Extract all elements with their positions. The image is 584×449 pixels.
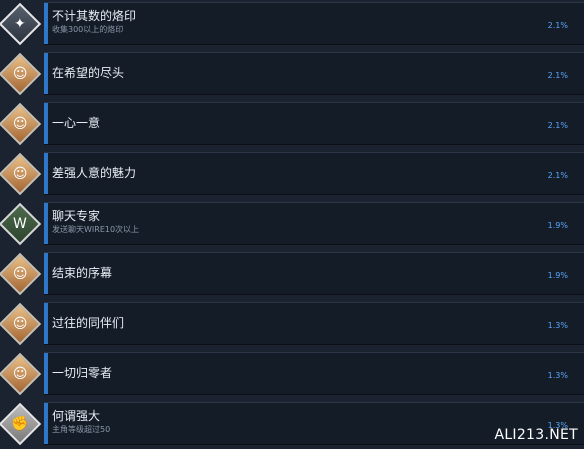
achievement-row[interactable]: ☺ 一切归零者 1.3% — [0, 350, 584, 397]
achievement-title: 一心一意 — [52, 116, 101, 130]
progress-accent-bar — [44, 403, 48, 444]
achievement-percent: 1.9% — [547, 271, 568, 280]
achievement-icon: ☺ — [0, 250, 42, 297]
character-icon: ☺ — [0, 352, 42, 395]
achievement-title: 聊天专家 — [52, 209, 101, 223]
character-icon: ☺ — [0, 252, 42, 295]
achievement-panel: 一切归零者 1.3% — [44, 352, 584, 395]
muscle-arm-icon: ✊ — [0, 402, 42, 445]
achievement-row[interactable]: ✦ 不计其数的烙印 收集300以上的烙印 2.1% — [0, 0, 584, 47]
achievement-icon: ☺ — [0, 50, 42, 97]
achievement-title: 过往的同伴们 — [52, 316, 125, 330]
achievement-panel: 不计其数的烙印 收集300以上的烙印 2.1% — [44, 2, 584, 45]
achievement-description: 发送聊天WIRE10次以上 — [52, 225, 140, 234]
achievement-icon: ✊ — [0, 400, 42, 447]
achievement-percent: 1.3% — [547, 371, 568, 380]
achievement-row[interactable]: ☺ 一心一意 2.1% — [0, 100, 584, 147]
progress-accent-bar — [44, 153, 48, 194]
progress-accent-bar — [44, 103, 48, 144]
progress-accent-bar — [44, 353, 48, 394]
achievement-percent: 1.9% — [547, 221, 568, 230]
achievement-title: 何谓强大 — [52, 409, 101, 423]
progress-accent-bar — [44, 303, 48, 344]
achievement-panel: 一心一意 2.1% — [44, 102, 584, 145]
character-icon: ☺ — [0, 52, 42, 95]
achievement-description: 收集300以上的烙印 — [52, 25, 124, 34]
wire-logo-icon: W — [0, 202, 42, 245]
achievement-icon: ☺ — [0, 350, 42, 397]
site-watermark: ALI213.NET — [494, 427, 578, 443]
achievement-title: 差强人意的魅力 — [52, 166, 137, 180]
achievement-panel: 过往的同伴们 1.3% — [44, 302, 584, 345]
achievement-icon: ✦ — [0, 0, 42, 47]
achievement-row[interactable]: ☺ 在希望的尽头 2.1% — [0, 50, 584, 97]
achievement-title: 结束的序幕 — [52, 266, 113, 280]
achievement-title: 在希望的尽头 — [52, 66, 125, 80]
progress-accent-bar — [44, 203, 48, 244]
achievement-percent: 2.1% — [547, 71, 568, 80]
achievement-percent: 2.1% — [547, 171, 568, 180]
compass-star-icon: ✦ — [0, 2, 42, 45]
achievement-percent: 2.1% — [547, 21, 568, 30]
achievement-icon: W — [0, 200, 42, 247]
achievement-row[interactable]: ☺ 结束的序幕 1.9% — [0, 250, 584, 297]
achievement-percent: 1.3% — [547, 321, 568, 330]
achievement-title: 一切归零者 — [52, 366, 113, 380]
achievement-row[interactable]: W 聊天专家 发送聊天WIRE10次以上 1.9% — [0, 200, 584, 247]
progress-accent-bar — [44, 3, 48, 44]
achievement-row[interactable]: ☺ 差强人意的魅力 2.1% — [0, 150, 584, 197]
achievement-panel: 在希望的尽头 2.1% — [44, 52, 584, 95]
character-icon: ☺ — [0, 302, 42, 345]
character-icon: ☺ — [0, 102, 42, 145]
achievement-row[interactable]: ☺ 过往的同伴们 1.3% — [0, 300, 584, 347]
character-icon: ☺ — [0, 152, 42, 195]
achievement-icon: ☺ — [0, 300, 42, 347]
achievement-panel: 聊天专家 发送聊天WIRE10次以上 1.9% — [44, 202, 584, 245]
achievement-title: 不计其数的烙印 — [52, 9, 137, 23]
achievement-description: 主角等级超过50 — [52, 425, 111, 434]
achievement-icon: ☺ — [0, 150, 42, 197]
achievement-panel: 结束的序幕 1.9% — [44, 252, 584, 295]
achievement-panel: 差强人意的魅力 2.1% — [44, 152, 584, 195]
progress-accent-bar — [44, 253, 48, 294]
progress-accent-bar — [44, 53, 48, 94]
achievement-icon: ☺ — [0, 100, 42, 147]
achievement-percent: 2.1% — [547, 121, 568, 130]
